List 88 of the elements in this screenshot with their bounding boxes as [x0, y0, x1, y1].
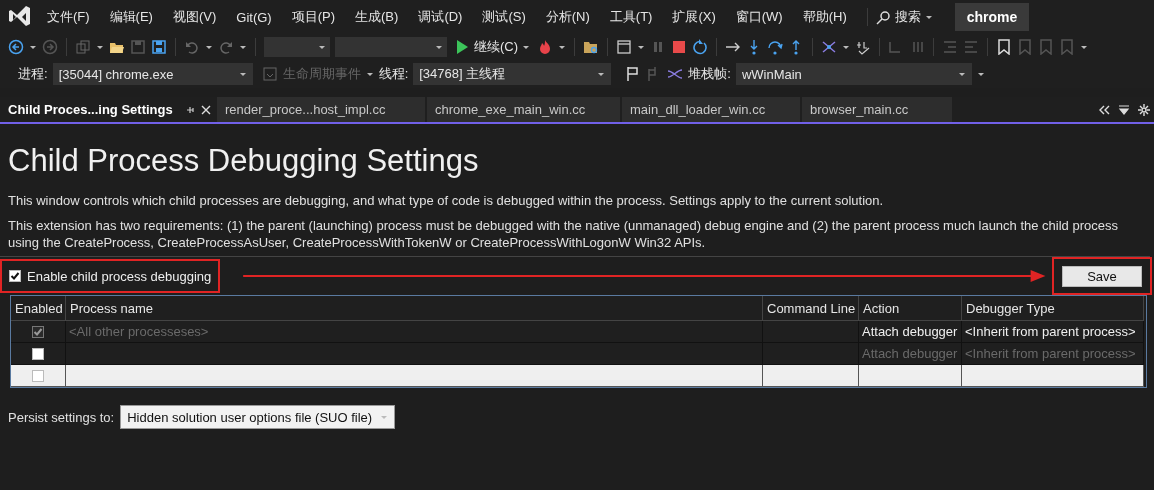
check-icon — [33, 326, 43, 337]
editor-tab[interactable]: main_dll_loader_win.cc — [622, 97, 800, 122]
caret-icon — [637, 43, 646, 51]
caret-icon — [238, 70, 247, 78]
redo-icon[interactable] — [218, 39, 234, 55]
menu-item[interactable]: 文件(F) — [37, 8, 100, 26]
step-over-icon[interactable] — [767, 39, 784, 55]
menu-item[interactable]: 项目(P) — [281, 8, 346, 26]
caret-icon — [597, 70, 606, 78]
menu-item[interactable]: Git(G) — [226, 9, 282, 25]
menu-item[interactable]: 测试(S) — [472, 8, 536, 26]
caret-icon — [522, 43, 531, 51]
menu-item[interactable]: 扩展(X) — [662, 8, 726, 26]
spell-check-icon[interactable] — [855, 39, 872, 55]
caret-icon — [435, 43, 443, 51]
search-button[interactable]: 搜索 — [866, 8, 941, 26]
close-icon[interactable] — [200, 104, 211, 115]
checkbox[interactable] — [32, 347, 44, 360]
scroll-tabs-icon[interactable] — [1098, 103, 1110, 116]
window-title: chrome — [954, 3, 1030, 31]
menu-item[interactable]: 帮助(H) — [792, 8, 857, 26]
checkbox-label[interactable]: Enable child process debugging — [27, 268, 212, 284]
checkbox[interactable] — [32, 369, 44, 382]
caret-icon — [29, 43, 37, 51]
persist-dropdown[interactable]: Hidden solution user options file (SUO file) — [120, 405, 396, 429]
lifecycle-icon — [261, 66, 278, 82]
overflow-icon — [976, 70, 985, 78]
tab-list-icon[interactable] — [1118, 103, 1130, 116]
menu-item[interactable]: 工具(T) — [599, 8, 663, 26]
stop-icon[interactable] — [671, 39, 688, 55]
back-icon[interactable] — [8, 39, 24, 55]
menu-item[interactable]: 调试(D) — [408, 8, 473, 26]
column-header[interactable]: Action — [859, 296, 962, 321]
table-cell: <Inherit from parent process> — [962, 343, 1144, 365]
caret-icon — [924, 13, 933, 21]
column-header[interactable]: Command Line — [763, 296, 859, 321]
column-header[interactable]: Process name — [66, 296, 763, 321]
caret-icon — [957, 70, 966, 78]
table-cell: <Inherit from parent process> — [962, 321, 1144, 343]
check-icon — [10, 271, 20, 281]
column-header[interactable]: Debugger Type — [962, 296, 1144, 321]
table-cell: <All other processeses> — [66, 321, 763, 343]
settings-icon[interactable] — [1138, 103, 1150, 116]
app-logo-icon[interactable] — [8, 5, 31, 29]
caret-icon — [380, 413, 389, 421]
table-cell: Attach debugger — [859, 321, 962, 343]
caret-icon — [205, 43, 213, 51]
play-icon — [454, 39, 470, 55]
editor-tab[interactable]: render_proce...host_impl.cc — [217, 97, 425, 122]
editor-tab[interactable]: browser_main.cc — [802, 97, 952, 122]
folder-search-icon[interactable] — [583, 39, 600, 55]
column-header[interactable]: Enabled — [11, 296, 66, 321]
thread-dropdown[interactable]: [34768] 主线程 — [413, 63, 612, 85]
menu-item[interactable]: 编辑(E) — [99, 8, 163, 26]
field-label: Persist settings to: — [8, 409, 115, 425]
bookmark-icon[interactable] — [996, 39, 1013, 55]
continue-button[interactable]: 继续(C) — [452, 36, 533, 58]
search-icon — [875, 9, 891, 25]
field-label: 进程: — [18, 65, 48, 83]
caret-icon — [318, 43, 326, 51]
editor-tab[interactable]: chrome_exe_main_win.cc — [427, 97, 620, 122]
menu-item[interactable]: 分析(N) — [535, 8, 600, 26]
graph-icon[interactable] — [821, 39, 838, 55]
undo-icon[interactable] — [184, 39, 200, 55]
caret-icon — [365, 70, 374, 78]
checkbox[interactable] — [9, 270, 21, 282]
pin-icon[interactable] — [184, 104, 195, 115]
menu-item[interactable]: 视图(V) — [162, 8, 227, 26]
restart-icon[interactable] — [692, 39, 709, 55]
caret-icon — [842, 43, 851, 51]
process-dropdown[interactable]: [35044] chrome.exe — [52, 63, 253, 85]
field-label: 堆栈帧: — [688, 65, 731, 83]
menu-item[interactable]: 生成(B) — [345, 8, 409, 26]
caret-icon — [96, 43, 104, 51]
save-button[interactable]: Save — [1062, 265, 1142, 287]
field-label: 线程: — [378, 65, 409, 83]
page-title: Child Process Debugging Settings — [8, 142, 480, 180]
description-text: This window controls which child processes are debugging, and what type of code is debugged within the process. Settings apply to the current solution. — [8, 192, 885, 209]
table-cell: Attach debugger — [859, 343, 962, 365]
save-all-icon[interactable] — [151, 39, 167, 55]
caret-icon — [239, 43, 247, 51]
caret-icon — [558, 43, 567, 51]
menu-item[interactable]: 窗口(W) — [725, 8, 793, 26]
threads-icon[interactable] — [667, 66, 684, 82]
overflow-icon — [1080, 43, 1089, 51]
stack-frame-dropdown[interactable]: wWinMain — [735, 63, 972, 85]
requirements-text: This extension has two requirements: (1) the parent (launching) process must be debugged with the native (unmanaged) debug engine and (2) the parent process much launch the child process using the CreateProcess, CreateProcessAsUser, CreateProcessWithTokenW or CreateProcessWithLogonW Win32 APIs. — [8, 217, 1119, 251]
window-icon[interactable] — [616, 39, 633, 55]
